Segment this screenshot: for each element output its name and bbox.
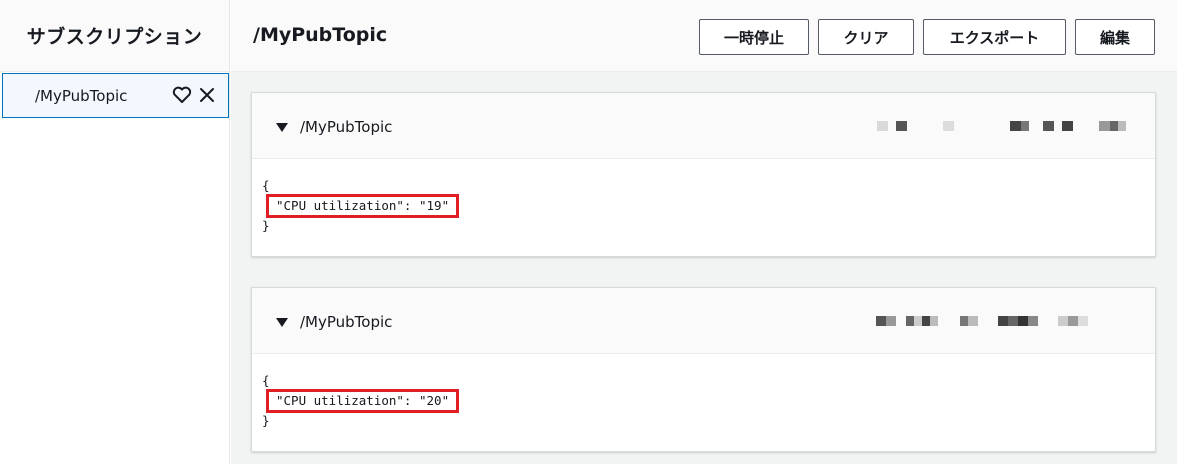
message-topic: /MyPubTopic: [300, 118, 393, 136]
message-panel: /MyPubTopic 一時停止 クリア エクスポート 編集 /MyPubTop…: [231, 0, 1177, 464]
expand-triangle-icon[interactable]: [276, 123, 288, 133]
edit-button[interactable]: 編集: [1075, 19, 1155, 55]
sidebar-title: サブスクリプション: [26, 26, 203, 48]
payload-row: "CPU utilization": "20": [262, 388, 1145, 414]
main-header: /MyPubTopic 一時停止 クリア エクスポート 編集: [231, 0, 1177, 72]
toolbar: 一時停止 クリア エクスポート 編集: [699, 19, 1155, 55]
message-header[interactable]: /MyPubTopic: [252, 288, 1155, 354]
close-brace: }: [262, 413, 270, 428]
pause-button[interactable]: 一時停止: [699, 19, 809, 55]
message-card: /MyPubTopic { "CPU utilization": "20" }: [251, 287, 1156, 452]
subscription-item[interactable]: /MyPubTopic: [2, 73, 229, 118]
highlighted-payload: "CPU utilization": "20": [266, 389, 460, 413]
topic-title: /MyPubTopic: [253, 24, 388, 46]
highlighted-payload: "CPU utilization": "19": [266, 194, 460, 218]
close-brace: }: [262, 218, 270, 233]
payload-row: "CPU utilization": "19": [262, 193, 1145, 219]
message-header[interactable]: /MyPubTopic: [252, 93, 1155, 159]
sidebar-header: サブスクリプション: [0, 0, 229, 72]
message-payload: { "CPU utilization": "19" }: [252, 159, 1155, 245]
subscription-topic-label: /MyPubTopic: [35, 86, 128, 105]
subscriptions-sidebar: サブスクリプション /MyPubTopic: [0, 0, 230, 464]
export-button[interactable]: エクスポート: [923, 19, 1066, 55]
redacted-timestamp: [876, 316, 1088, 326]
message-card: /MyPubTopic { "CPU utilization": "19" }: [251, 92, 1156, 257]
open-brace: {: [262, 373, 270, 388]
redacted-timestamp: [877, 121, 1126, 131]
message-payload: { "CPU utilization": "20" }: [252, 354, 1155, 440]
close-icon[interactable]: [198, 86, 216, 104]
message-topic: /MyPubTopic: [300, 313, 393, 331]
favorite-heart-icon[interactable]: [172, 86, 192, 104]
clear-button[interactable]: クリア: [818, 19, 914, 55]
expand-triangle-icon[interactable]: [276, 318, 288, 328]
open-brace: {: [262, 178, 270, 193]
